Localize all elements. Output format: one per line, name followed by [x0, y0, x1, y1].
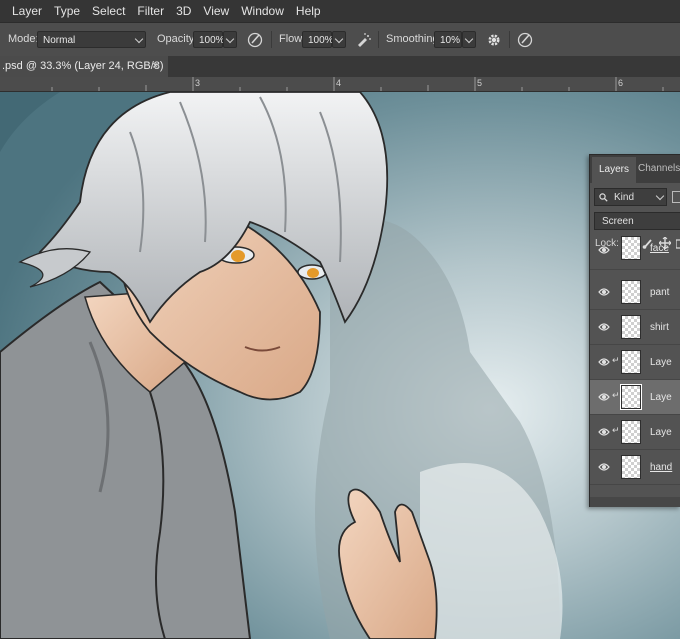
eye-icon[interactable] — [598, 245, 610, 255]
pressure-size-icon[interactable] — [516, 31, 534, 49]
layer-name: shirt — [650, 322, 669, 333]
panel-tabs: Layers Channels — [590, 155, 680, 183]
menu-layer[interactable]: Layer — [0, 0, 48, 22]
layer-thumbnail[interactable] — [621, 315, 641, 339]
chevron-down-icon — [334, 34, 344, 44]
clip-arrow-icon: ↵ — [612, 355, 620, 365]
menu-select[interactable]: Select — [86, 0, 131, 22]
eye-icon[interactable] — [598, 462, 610, 472]
menu-3d[interactable]: 3D — [170, 0, 197, 22]
layer-row[interactable]: ↵ Laye — [590, 380, 680, 415]
menu-window[interactable]: Window — [235, 0, 290, 22]
ruler-label: 5 — [477, 78, 483, 88]
layer-row[interactable]: ↵ Laye — [590, 415, 680, 450]
gear-icon[interactable] — [485, 31, 503, 49]
blend-mode-dropdown[interactable]: Screen — [594, 212, 680, 230]
menu-filter[interactable]: Filter — [131, 0, 170, 22]
ruler-label: 4 — [336, 78, 342, 88]
options-divider — [509, 31, 510, 48]
filter-type-icon[interactable] — [672, 191, 680, 203]
chevron-down-icon — [134, 34, 144, 44]
layer-row[interactable]: face — [590, 236, 680, 270]
menu-view[interactable]: View — [197, 0, 235, 22]
eye-icon[interactable] — [598, 357, 610, 367]
layer-filter-dropdown[interactable]: Kind — [594, 188, 667, 206]
clip-arrow-icon: ↵ — [612, 390, 620, 400]
layer-thumbnail[interactable] — [621, 455, 641, 479]
layer-name: hand — [650, 462, 673, 473]
layer-name: face — [650, 243, 669, 254]
opacity-label: Opacity: — [157, 33, 198, 45]
document-canvas[interactable] — [0, 92, 680, 639]
smoothing-field[interactable]: 10% — [434, 31, 462, 48]
airbrush-icon[interactable] — [354, 31, 372, 49]
filter-value: Kind — [614, 192, 635, 203]
layer-thumbnail[interactable] — [621, 280, 641, 304]
blend-mode-value: Screen — [602, 216, 634, 227]
layer-name: Laye — [650, 392, 672, 403]
ruler-label: 3 — [195, 78, 201, 88]
pressure-opacity-icon[interactable] — [246, 31, 264, 49]
search-icon — [599, 193, 608, 202]
opacity-field[interactable]: 100% — [193, 31, 225, 48]
eye-icon[interactable] — [598, 392, 610, 402]
layer-row[interactable]: shirt — [590, 310, 680, 345]
flow-field[interactable]: 100% — [302, 31, 334, 48]
clip-arrow-icon: ↵ — [612, 425, 620, 435]
menu-type[interactable]: Type — [48, 0, 86, 22]
mode-label: Mode: — [8, 33, 39, 45]
eye-icon[interactable] — [598, 287, 610, 297]
layer-thumbnail[interactable] — [621, 350, 641, 374]
options-divider — [378, 31, 379, 48]
smoothing-dropdown[interactable] — [462, 31, 476, 48]
tool-options-bar: Mode: Normal Opacity: 100% Flow: 100% Sm… — [0, 22, 680, 57]
layer-name: pant — [650, 287, 670, 298]
tab-layers[interactable]: Layers — [592, 157, 637, 183]
layers-panel: Layers Channels Kind Screen Lock: face pa… — [589, 154, 680, 507]
layer-name: Laye — [650, 427, 672, 438]
layer-row[interactable]: ↵ Laye — [590, 345, 680, 380]
chevron-down-icon — [225, 34, 235, 44]
close-icon[interactable]: × — [152, 56, 158, 77]
layer-thumbnail[interactable] — [621, 420, 641, 444]
mode-dropdown[interactable]: Normal — [37, 31, 146, 48]
artwork-illustration — [0, 92, 680, 639]
eye-icon[interactable] — [598, 322, 610, 332]
tab-channels[interactable]: Channels — [638, 155, 680, 183]
horizontal-ruler[interactable]: 3 4 5 6 — [0, 77, 680, 92]
eye-icon[interactable] — [598, 427, 610, 437]
layer-row[interactable]: pant — [590, 275, 680, 310]
ruler-label: 6 — [618, 78, 624, 88]
chevron-down-icon — [464, 34, 474, 44]
menu-bar: Layer Type Select Filter 3D View Window … — [0, 0, 680, 22]
layer-row[interactable]: hand — [590, 450, 680, 485]
layer-name: Laye — [650, 357, 672, 368]
mode-value: Normal — [43, 35, 76, 46]
layer-thumbnail[interactable] — [621, 236, 641, 260]
document-tab-bar: .psd @ 33.3% (Layer 24, RGB/8) * × — [0, 56, 680, 93]
opacity-dropdown[interactable] — [223, 31, 237, 48]
panel-footer — [590, 497, 680, 507]
chevron-down-icon — [655, 191, 665, 201]
document-tab[interactable]: .psd @ 33.3% (Layer 24, RGB/8) * × — [0, 56, 168, 93]
layer-thumbnail[interactable] — [620, 384, 642, 410]
flow-dropdown[interactable] — [332, 31, 346, 48]
options-divider — [271, 31, 272, 48]
menu-help[interactable]: Help — [290, 0, 327, 22]
